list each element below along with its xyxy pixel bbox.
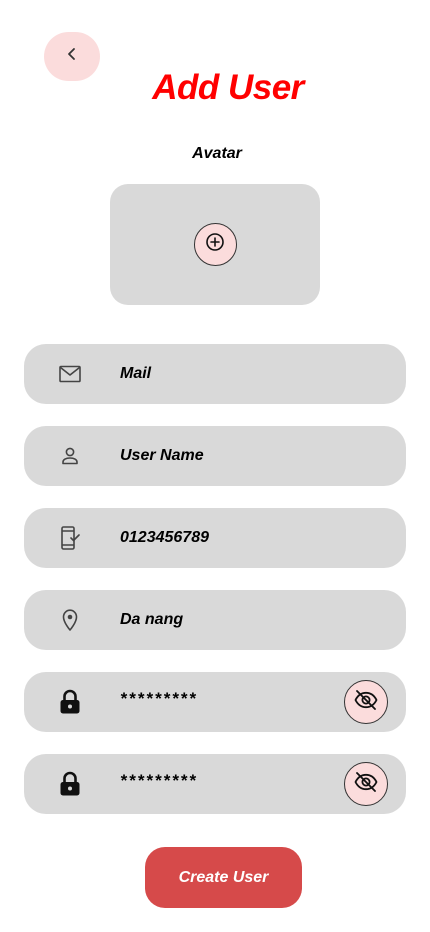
lock-icon xyxy=(58,771,82,796)
phone-field[interactable]: 0123456789 xyxy=(24,508,406,568)
email-field[interactable]: Mail xyxy=(24,344,406,404)
email-value: Mail xyxy=(120,365,152,382)
confirm-password-field[interactable]: ********* xyxy=(24,754,406,814)
toggle-confirm-password-visibility-button[interactable] xyxy=(344,762,388,806)
user-icon xyxy=(58,444,82,468)
password-value: ********* xyxy=(120,689,198,708)
avatar-upload-area[interactable] xyxy=(110,184,320,305)
mail-icon xyxy=(58,362,82,386)
avatar-label: Avatar xyxy=(192,145,242,162)
chevron-left-icon xyxy=(65,47,79,66)
phone-check-icon xyxy=(58,526,82,550)
username-field[interactable]: User Name xyxy=(24,426,406,486)
password-field[interactable]: ********* xyxy=(24,672,406,732)
confirm-password-value: ********* xyxy=(120,771,198,790)
location-value: Da nang xyxy=(120,611,184,628)
location-pin-icon xyxy=(58,608,82,632)
add-avatar-button[interactable] xyxy=(193,223,237,266)
username-value: User Name xyxy=(120,447,204,464)
eye-off-icon xyxy=(354,771,378,797)
eye-off-icon xyxy=(354,689,378,715)
create-user-button[interactable]: Create User xyxy=(145,847,302,908)
phone-value: 0123456789 xyxy=(120,529,209,546)
toggle-password-visibility-button[interactable] xyxy=(344,680,388,724)
location-field[interactable]: Da nang xyxy=(24,590,406,650)
lock-icon xyxy=(58,689,82,714)
plus-circle-icon xyxy=(205,232,225,257)
page-title: Add User xyxy=(152,68,304,107)
